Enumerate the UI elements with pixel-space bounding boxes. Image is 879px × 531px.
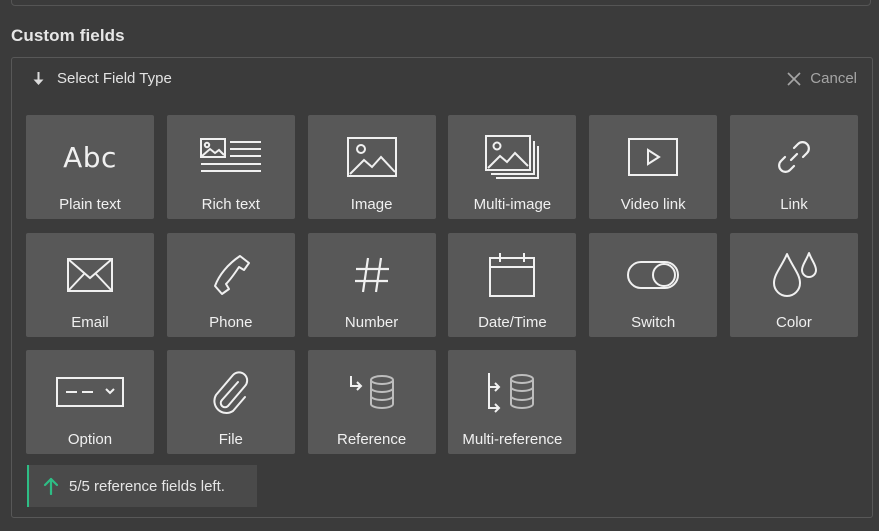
field-type-label: Number — [344, 313, 399, 331]
section-title: Custom fields — [11, 26, 125, 45]
paperclip-icon — [167, 368, 295, 416]
field-type-reference[interactable]: Reference — [307, 350, 436, 454]
abc-text-icon: Abc — [63, 140, 117, 174]
field-type-option[interactable]: Option — [26, 350, 154, 454]
field-type-label: File — [218, 431, 243, 448]
field-type-label: Option — [67, 431, 113, 448]
field-type-label: Date/Time — [478, 313, 547, 331]
previous-panel-edge — [11, 0, 871, 6]
dropdown-select-icon — [26, 368, 154, 416]
field-type-email[interactable]: Email — [26, 232, 154, 337]
field-type-label: Reference — [336, 431, 407, 448]
picker-header-label: Select Field Type — [57, 70, 172, 87]
field-type-plain-text[interactable]: Abc Plain text — [26, 115, 154, 219]
field-type-phone[interactable]: Phone — [166, 232, 295, 337]
cancel-label: Cancel — [810, 70, 857, 87]
field-type-label: Video link — [620, 196, 686, 213]
picker-header-title: Select Field Type — [32, 70, 172, 87]
field-type-label: Color — [776, 313, 812, 331]
field-type-label: Multi-image — [473, 196, 552, 213]
field-type-label: Rich text — [201, 196, 260, 213]
phone-icon — [167, 251, 295, 299]
reference-limit-notice: 5/5 reference fields left. — [27, 465, 257, 507]
field-type-label: Plain text — [59, 196, 121, 213]
multi-image-icon — [448, 133, 576, 181]
link-icon — [730, 133, 858, 181]
field-type-grid: Abc Plain text Rich text Image Multi-ima… — [26, 115, 858, 454]
image-icon — [308, 133, 436, 181]
field-type-label: Link — [780, 196, 808, 213]
field-type-label: Image — [350, 196, 393, 213]
multi-reference-database-icon — [448, 368, 576, 416]
video-play-icon — [589, 133, 717, 181]
rich-text-icon — [167, 133, 295, 181]
envelope-icon — [26, 251, 154, 299]
field-type-picker: Select Field Type Cancel Abc Plain text — [11, 57, 873, 518]
field-type-file[interactable]: File — [166, 350, 295, 454]
reference-limit-text: 5/5 reference fields left. — [69, 477, 225, 495]
hash-icon — [308, 251, 436, 299]
field-type-multi-image[interactable]: Multi-image — [448, 115, 577, 219]
field-type-label: Phone — [209, 313, 253, 331]
field-type-link[interactable]: Link — [729, 115, 858, 219]
field-type-label: Switch — [631, 313, 676, 331]
field-type-switch[interactable]: Switch — [589, 232, 718, 337]
arrow-down-icon — [32, 71, 45, 87]
field-type-image[interactable]: Image — [307, 115, 436, 219]
field-type-date-time[interactable]: Date/Time — [448, 232, 577, 337]
field-type-number[interactable]: Number — [307, 232, 436, 337]
toggle-icon — [589, 251, 717, 299]
field-type-label: Email — [71, 313, 109, 331]
field-type-label: Multi-reference — [462, 431, 563, 448]
close-icon — [787, 71, 801, 86]
field-type-rich-text[interactable]: Rich text — [166, 115, 295, 219]
picker-header: Select Field Type Cancel — [12, 58, 872, 104]
field-type-color[interactable]: Color — [729, 232, 858, 337]
calendar-icon — [448, 251, 576, 299]
field-type-video-link[interactable]: Video link — [589, 115, 718, 219]
cancel-button[interactable]: Cancel — [787, 70, 857, 87]
reference-database-icon — [308, 368, 436, 416]
arrow-up-icon — [43, 477, 59, 495]
droplets-icon — [730, 251, 858, 299]
field-type-multi-reference[interactable]: Multi-reference — [448, 350, 577, 454]
